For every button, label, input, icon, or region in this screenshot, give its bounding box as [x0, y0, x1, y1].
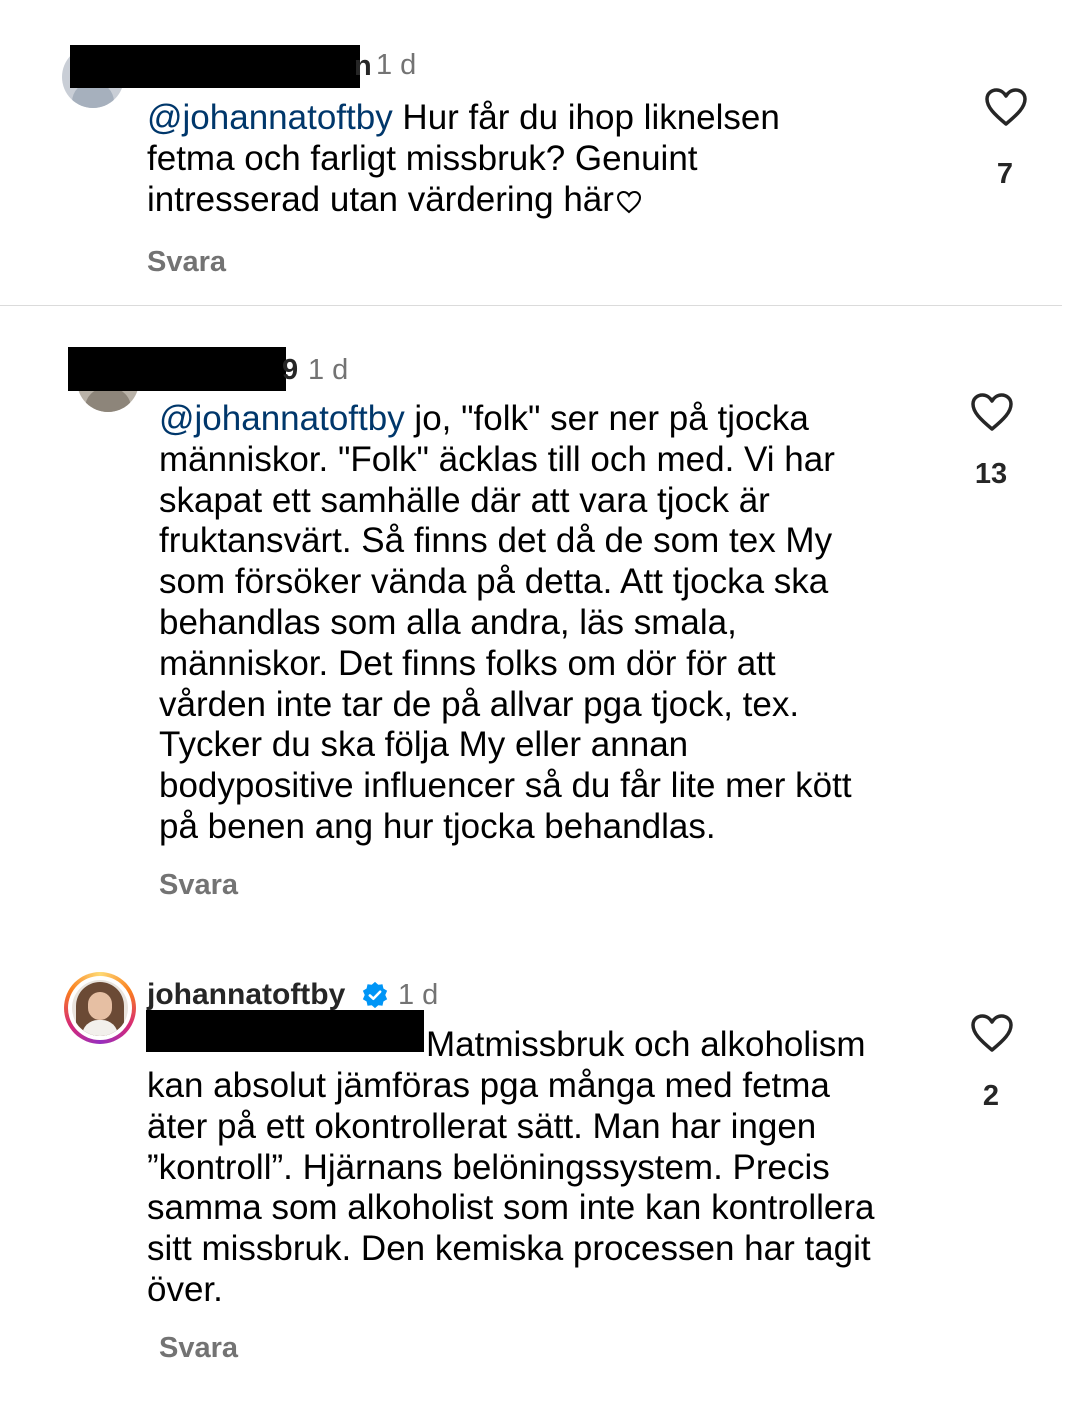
inline-heart-icon: [616, 190, 641, 213]
heart-icon[interactable]: [969, 1012, 1015, 1054]
redacted-username: [68, 347, 286, 391]
username[interactable]: johannatoftby: [147, 978, 345, 1012]
mention-link[interactable]: @johannatoftby: [147, 98, 393, 137]
redacted-mention: [146, 1010, 424, 1052]
comment-1: n 1 d @johannatoftby Hur får du ihop lik…: [0, 0, 1080, 305]
comment-text: @johannatoftby Hur får du ihop liknelsen…: [147, 98, 947, 220]
redacted-username: [70, 45, 360, 88]
reply-button[interactable]: Svara: [147, 246, 226, 279]
comment-2: 9 1 d @johannatoftby jo, "folk" ser ner …: [0, 306, 1080, 946]
avatar: [72, 980, 128, 1036]
timestamp: 1 d: [376, 49, 417, 81]
reply-button[interactable]: Svara: [159, 869, 238, 902]
story-ring[interactable]: [64, 972, 136, 1044]
comment-3: johannatoftby 1 d Matmissbruk och alkoho…: [0, 946, 1080, 1415]
username-tail: 9: [282, 354, 299, 386]
verified-badge-icon: [362, 981, 388, 1009]
comment-body-first: Matmissbruk och alkoholism: [426, 1025, 866, 1064]
like-count: 2: [982, 1080, 1000, 1112]
username-tail: n: [354, 50, 372, 82]
comment-body: jo, "folk" ser ner på tjocka människor. …: [159, 399, 852, 846]
mention-link[interactable]: @johannatoftby: [159, 399, 405, 438]
timestamp: 1 d: [398, 979, 439, 1011]
comment-body: kan absolut jämföras pga många med fetma…: [147, 1066, 875, 1309]
like-count: 7: [996, 158, 1014, 190]
like-count: 13: [974, 458, 1008, 490]
comment-text-first-line: Matmissbruk och alkoholism: [426, 1025, 986, 1066]
timestamp: 1 d: [308, 354, 349, 386]
heart-icon[interactable]: [969, 391, 1015, 433]
comment-text: kan absolut jämföras pga många med fetma…: [147, 1066, 947, 1311]
reply-button[interactable]: Svara: [159, 1332, 238, 1365]
comment-text: @johannatoftby jo, "folk" ser ner på tjo…: [159, 399, 959, 848]
heart-icon[interactable]: [983, 86, 1029, 128]
